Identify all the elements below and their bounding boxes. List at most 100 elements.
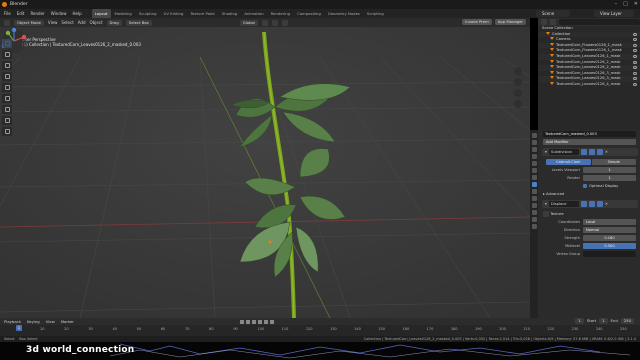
object-tab-icon[interactable] — [531, 175, 537, 180]
visibility-eye-icon[interactable] — [633, 54, 637, 58]
object-expand-icon[interactable] — [550, 53, 554, 57]
tab-shading[interactable]: Shading — [219, 9, 240, 18]
next-key-icon[interactable] — [264, 319, 268, 324]
timeline-menu-keying[interactable]: Keying — [27, 319, 40, 324]
menu-add[interactable]: Add — [78, 20, 86, 25]
prev-key-icon[interactable] — [246, 319, 250, 324]
add-cube-tool-button[interactable] — [2, 127, 12, 136]
visibility-eye-icon[interactable] — [633, 82, 637, 86]
mode-dropdown[interactable]: Object Mode — [14, 19, 44, 26]
texture-tab-icon[interactable] — [531, 224, 537, 229]
midlevel-field[interactable]: 0.500 — [583, 243, 636, 249]
move-tool-button[interactable] — [2, 61, 12, 70]
render-tab-icon[interactable] — [531, 140, 537, 145]
menu-window[interactable]: Window — [51, 9, 67, 18]
minimize-icon[interactable]: – — [615, 0, 618, 9]
maximize-icon[interactable]: □ — [623, 0, 628, 9]
pivot-icon[interactable] — [261, 19, 268, 26]
navigation-gizmo[interactable] — [0, 27, 28, 55]
start-frame-field[interactable]: 1 — [599, 318, 608, 324]
end-frame-field[interactable]: 250 — [620, 318, 634, 324]
annotate-tool-button[interactable] — [2, 105, 12, 114]
displace-modifier-header[interactable]: ▾ Displace ✕ — [542, 200, 638, 208]
object-expand-icon[interactable] — [550, 81, 554, 85]
visibility-eye-icon[interactable] — [633, 77, 637, 81]
pan-hand-icon[interactable] — [514, 78, 522, 86]
displace-name-field[interactable]: Displace — [548, 201, 579, 207]
world-tab-icon[interactable] — [531, 168, 537, 173]
object-expand-icon[interactable] — [550, 76, 554, 80]
outliner-filter-icon[interactable] — [550, 19, 556, 25]
visibility-eye-icon[interactable] — [633, 71, 637, 75]
add-modifier-button[interactable]: Add Modifier — [543, 139, 636, 145]
timeline-menu-playback[interactable]: Playback — [4, 319, 21, 324]
scene-selector[interactable]: Scene — [536, 10, 570, 17]
menu-select[interactable]: Select — [61, 20, 73, 25]
measure-tool-button[interactable] — [2, 116, 12, 125]
rotate-tool-button[interactable] — [2, 72, 12, 81]
menu-edit[interactable]: Edit — [17, 9, 25, 18]
snap-icon[interactable] — [271, 19, 278, 26]
material-tab-icon[interactable] — [531, 217, 537, 222]
object-expand-icon[interactable] — [550, 48, 554, 52]
scene-tab-icon[interactable] — [531, 161, 537, 166]
zoom-icon[interactable] — [514, 67, 522, 75]
3d-viewport[interactable]: User Perspective (1) Collection | Textur… — [0, 27, 530, 318]
tab-modeling[interactable]: Modeling — [112, 9, 135, 18]
direction-dropdown[interactable]: Normal — [583, 227, 636, 233]
physics-tab-icon[interactable] — [531, 196, 537, 201]
menu-view[interactable]: View — [48, 20, 58, 25]
modifier-wrench-icon[interactable] — [531, 182, 537, 187]
tab-scripting[interactable]: Scripting — [364, 9, 387, 18]
tab-texture-paint[interactable]: Texture Paint — [187, 9, 218, 18]
timeline-menu-view[interactable]: View — [46, 319, 55, 324]
realtime-display-icon[interactable] — [588, 149, 595, 155]
proportional-edit-icon[interactable] — [281, 19, 288, 26]
object-name-field[interactable]: TexturedCorn_masked_0.003 — [543, 131, 636, 137]
object-expand-icon[interactable] — [550, 37, 554, 41]
render-camera-icon[interactable] — [596, 149, 603, 155]
output-tab-icon[interactable] — [531, 147, 537, 152]
outliner-item[interactable]: TexturedCorn_Leaves0126_4_mask — [538, 81, 640, 88]
app-manager-button[interactable]: App Manager — [494, 19, 526, 25]
drag-dropdown[interactable]: Drag — [106, 19, 122, 26]
current-frame-field[interactable]: 1 — [575, 318, 584, 324]
render-levels-field[interactable]: 1 — [583, 175, 636, 181]
vertex-group-field[interactable] — [583, 251, 636, 257]
constraints-tab-icon[interactable] — [531, 203, 537, 208]
playhead[interactable]: 1 — [16, 325, 22, 331]
outliner-editor-icon[interactable] — [541, 19, 547, 25]
tab-uv-editing[interactable]: UV Editing — [161, 9, 187, 18]
select-box-dropdown[interactable]: Select Box — [125, 19, 152, 26]
object-expand-icon[interactable] — [550, 70, 554, 74]
visibility-eye-icon[interactable] — [633, 32, 637, 36]
perspective-toggle-icon[interactable] — [514, 100, 522, 108]
outliner-search-input[interactable] — [559, 19, 640, 25]
scale-tool-button[interactable] — [2, 83, 12, 92]
tab-compositing[interactable]: Compositing — [294, 9, 324, 18]
modifier-close-icon[interactable]: ✕ — [605, 150, 608, 154]
visibility-eye-icon[interactable] — [633, 38, 637, 42]
tab-rendering[interactable]: Rendering — [268, 9, 293, 18]
edit-mode-icon[interactable] — [580, 149, 587, 155]
play-icon[interactable] — [258, 319, 262, 324]
coordinates-dropdown[interactable]: Local — [583, 219, 636, 225]
tab-animation[interactable]: Animation — [241, 9, 266, 18]
jump-end-icon[interactable] — [270, 319, 274, 324]
play-reverse-icon[interactable] — [252, 319, 256, 324]
simple-button[interactable]: Simple — [591, 159, 636, 165]
menu-render[interactable]: Render — [30, 9, 44, 18]
object-expand-icon[interactable] — [550, 42, 554, 46]
edit-mode-icon[interactable] — [580, 201, 587, 207]
object-expand-icon[interactable] — [550, 59, 554, 63]
levels-viewport-field[interactable]: 1 — [583, 167, 636, 173]
object-expand-icon[interactable] — [550, 65, 554, 69]
tab-layout[interactable]: Layout — [91, 9, 111, 18]
close-icon[interactable]: ✕ — [634, 0, 638, 9]
tool-tab-icon[interactable] — [531, 133, 537, 138]
tab-geometry-nodes[interactable]: Geometry Nodes — [325, 9, 363, 18]
advanced-subpanel[interactable]: ▸ Advanced — [540, 190, 640, 198]
realtime-display-icon[interactable] — [588, 201, 595, 207]
camera-view-icon[interactable] — [514, 89, 522, 97]
strength-field[interactable]: 0.180 — [583, 235, 636, 241]
